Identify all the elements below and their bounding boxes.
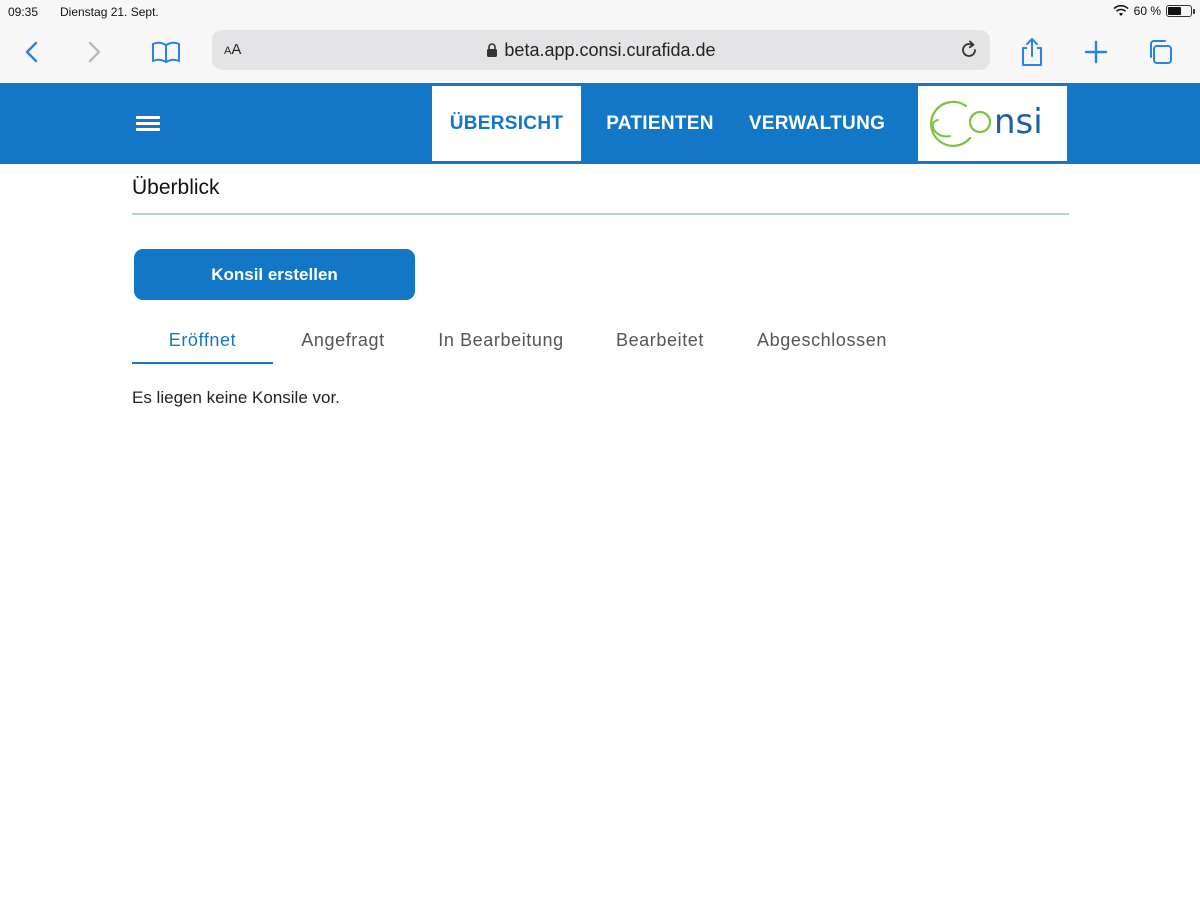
status-time: 09:35 <box>8 5 39 19</box>
forward-icon[interactable] <box>76 34 112 70</box>
nav-tab-uebersicht[interactable]: ÜBERSICHT <box>432 86 581 161</box>
nav-tab-patienten[interactable]: PATIENTEN <box>592 86 728 161</box>
battery-icon <box>1166 5 1195 17</box>
tab-abgeschlossen[interactable]: Abgeschlossen <box>740 330 904 364</box>
title-divider <box>132 213 1069 215</box>
tab-eroeffnet[interactable]: Eröffnet <box>132 330 273 364</box>
status-right: 60 % <box>1113 4 1195 18</box>
status-date: Dienstag 21. Sept. <box>60 5 159 19</box>
tab-label: Eröffnet <box>168 330 237 350</box>
nav-tab-verwaltung[interactable]: VERWALTUNG <box>738 86 896 161</box>
browser-toolbar: AA beta.app.consi.curafida.de <box>0 24 1200 82</box>
tab-label: In Bearbeitung <box>438 330 564 350</box>
tab-label: Bearbeitet <box>615 330 705 350</box>
new-tab-icon[interactable] <box>1078 34 1114 70</box>
tab-label: Abgeschlossen <box>757 330 887 350</box>
lock-icon <box>487 43 498 57</box>
url-display[interactable]: beta.app.consi.curafida.de <box>212 40 990 61</box>
empty-state-message: Es liegen keine Konsile vor. <box>132 388 340 407</box>
create-konsil-button[interactable]: Konsil erstellen <box>134 249 415 300</box>
wifi-icon <box>1113 5 1129 16</box>
nav-tab-label: ÜBERSICHT <box>449 112 564 134</box>
battery-percent: 60 % <box>1133 4 1161 18</box>
logo-text: nsi <box>994 102 1043 142</box>
tab-bearbeitet[interactable]: Bearbeitet <box>600 330 720 364</box>
tab-in-bearbeitung[interactable]: In Bearbeitung <box>422 330 580 364</box>
nav-tab-label: VERWALTUNG <box>748 112 886 134</box>
page-title: Überblick <box>132 176 220 199</box>
menu-icon[interactable] <box>136 116 160 134</box>
reload-icon[interactable] <box>958 39 980 61</box>
back-icon[interactable] <box>14 34 50 70</box>
consi-logo-image: nsi <box>930 100 1043 147</box>
nav-tab-label: PATIENTEN <box>606 112 714 134</box>
url-text: beta.app.consi.curafida.de <box>504 40 716 60</box>
tab-angefragt[interactable]: Angefragt <box>286 330 400 364</box>
tabs-icon[interactable] <box>1142 34 1178 70</box>
tab-label: Angefragt <box>301 330 385 350</box>
consi-logo[interactable]: nsi <box>918 86 1067 161</box>
status-bar: 09:35 Dienstag 21. Sept. 60 % <box>0 0 1200 24</box>
app-header: ÜBERSICHT PATIENTEN VERWALTUNG nsi <box>0 83 1200 164</box>
address-bar[interactable]: AA beta.app.consi.curafida.de <box>212 30 990 70</box>
bookmarks-icon[interactable] <box>148 34 184 70</box>
share-icon[interactable] <box>1014 34 1050 70</box>
